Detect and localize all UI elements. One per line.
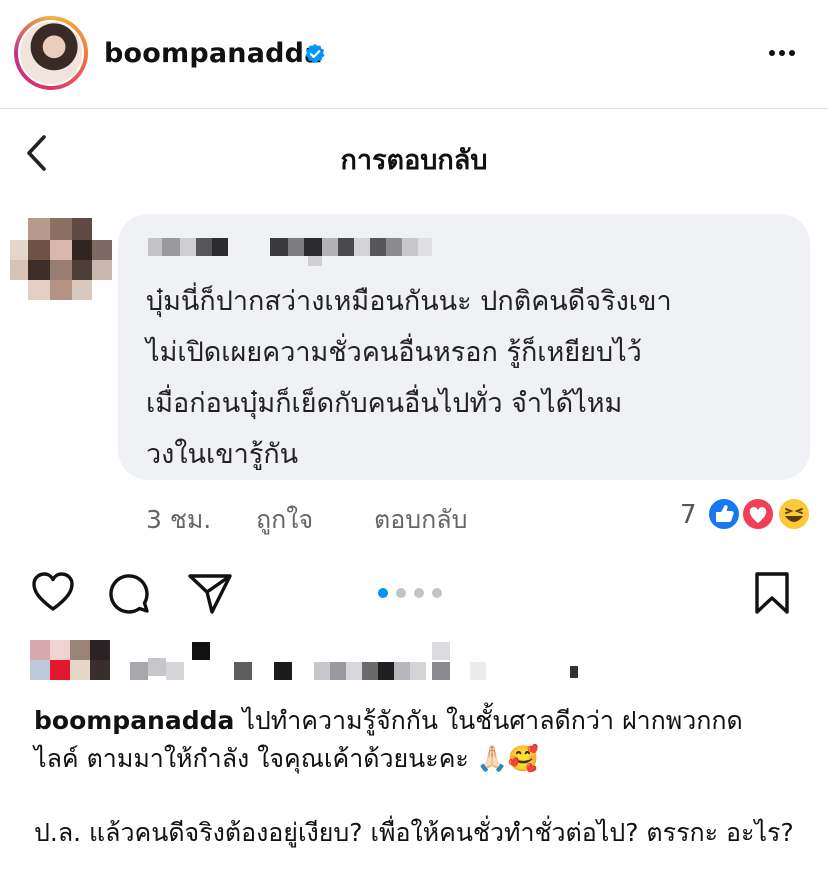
comment-line: วงในเขารู้กัน [146, 439, 299, 470]
comment-line: ไม่เปิดเผยความชั่วคนอื่นหรอก รู้ก็เหยียบ… [146, 337, 642, 368]
comment-like-link: ถูกใจ [256, 505, 314, 534]
comment-text: บุ๋มนี่ก็ปากสว่างเหมือนกันนะ ปกติคนดีจริ… [146, 276, 672, 480]
comment-icon[interactable] [106, 570, 152, 616]
post-header: boompanadda [0, 0, 828, 109]
caption-paragraph-2: ป.ล. แล้วคนดีจริงต้องอยู่เงียบ? เพื่อให้… [34, 818, 794, 847]
comment-line: เมื่อก่อนบุ๋มก็เย็ดกับคนอื่นไปทั่ว จำได้… [146, 388, 623, 419]
comment-time: 3 ชม. [146, 505, 212, 534]
love-reaction-icon [741, 497, 775, 531]
caption-username[interactable]: boompanadda [34, 706, 234, 735]
haha-reaction-icon [777, 497, 811, 531]
more-options-icon[interactable] [764, 40, 800, 66]
bookmark-icon[interactable] [752, 570, 792, 616]
profile-avatar[interactable] [14, 16, 88, 90]
share-send-icon[interactable] [186, 570, 234, 616]
comment-line: บุ๋มนี่ก็ปากสว่างเหมือนกันนะ ปกติคนดีจริ… [146, 286, 672, 317]
like-reaction-icon [707, 497, 741, 531]
carousel-dot [432, 588, 442, 598]
pixelated-liked-by [30, 640, 578, 680]
username[interactable]: boompanadda [104, 38, 323, 69]
carousel-indicator [378, 588, 442, 598]
carousel-dot-active [378, 588, 388, 598]
avatar-image [18, 20, 84, 86]
like-heart-icon[interactable] [30, 570, 76, 614]
comment-reply-link: ตอบกลับ [374, 505, 468, 534]
post-caption: boompanadda ไปทำความรู้จักกัน ในชั้นศาลด… [34, 702, 794, 778]
reaction-count: 7 [680, 500, 697, 530]
verified-badge-icon [305, 43, 325, 64]
carousel-dot [396, 588, 406, 598]
pixelated-commenter-avatar [10, 218, 112, 300]
reaction-icons [707, 497, 811, 531]
replies-title: การตอบกลับ [340, 145, 488, 176]
carousel-dot [414, 588, 424, 598]
pixelated-commenter-name [148, 238, 432, 266]
